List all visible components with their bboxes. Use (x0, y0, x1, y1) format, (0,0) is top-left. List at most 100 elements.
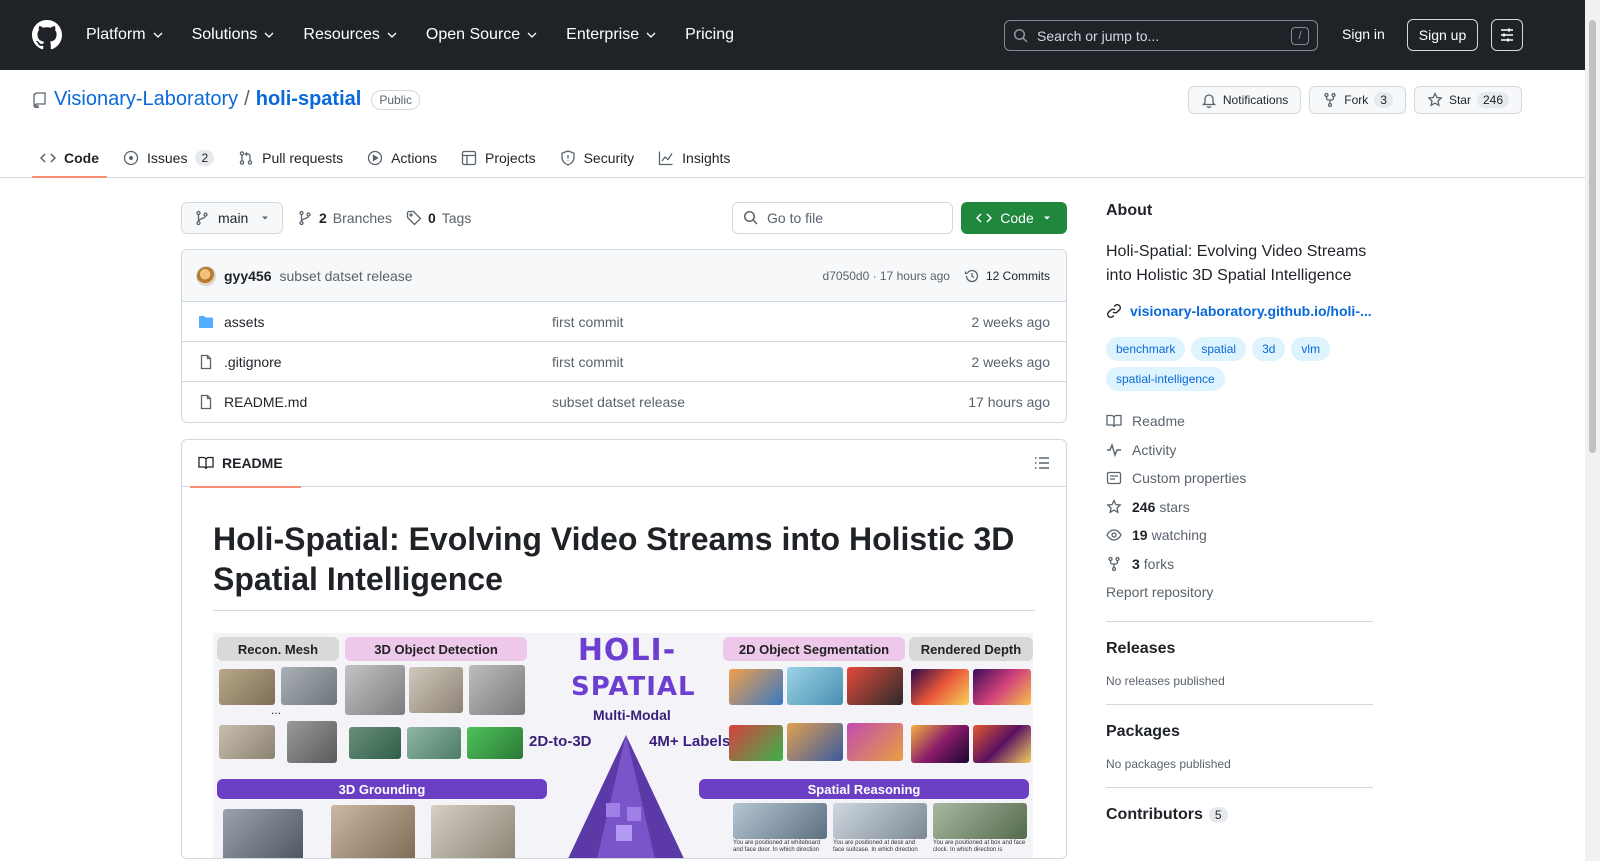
fork-icon (1324, 92, 1336, 108)
nav-platform[interactable]: Platform (86, 26, 180, 44)
file-name[interactable]: assets (224, 314, 264, 330)
readme-link[interactable]: Readme (1106, 407, 1373, 436)
topic-tag[interactable]: vlm (1291, 337, 1331, 361)
watching-label: watching (1151, 527, 1207, 544)
nav-open-source[interactable]: Open Source (426, 26, 554, 44)
menu-button[interactable] (1491, 19, 1523, 51)
table-row[interactable]: assets first commit 2 weeks ago (182, 302, 1066, 342)
sliders-icon (1501, 28, 1513, 42)
tags-label: Tags (441, 210, 472, 226)
packages-heading[interactable]: Packages (1106, 723, 1373, 741)
tags-link[interactable]: 0 Tags (406, 210, 471, 226)
avatar[interactable] (196, 265, 216, 286)
branches-link[interactable]: 2 Branches (297, 210, 392, 226)
sign-up-button[interactable]: Sign up (1407, 19, 1478, 51)
branch-selector[interactable]: main (181, 202, 283, 234)
banner-ellipsis: ... (271, 703, 282, 717)
stars-link[interactable]: 246 stars (1106, 493, 1373, 522)
reasoning-thumbnail (933, 803, 1027, 839)
grounding-thumbnail (223, 809, 303, 858)
tab-insights[interactable]: Insights (650, 140, 738, 176)
activity-link[interactable]: Activity (1106, 436, 1373, 465)
file-icon (200, 394, 212, 410)
forks-label: forks (1143, 555, 1175, 572)
outline-button[interactable] (1034, 455, 1050, 471)
global-search-input[interactable]: Search or jump to... / (1004, 20, 1318, 51)
page-scrollbar[interactable] (1585, 0, 1600, 861)
commit-message[interactable]: subset datset release (279, 268, 412, 284)
tab-security[interactable]: Security (552, 140, 643, 176)
code-icon (40, 153, 56, 163)
nav-enterprise[interactable]: Enterprise (566, 26, 673, 44)
file-commit-message[interactable]: first commit (552, 314, 624, 330)
branch-name: main (218, 210, 249, 226)
branch-icon (196, 210, 208, 226)
chevron-down-icon (527, 32, 537, 38)
repo-name-link[interactable]: holi-spatial (256, 88, 362, 111)
global-header: Platform Solutions Resources Open Source… (0, 0, 1600, 70)
nav-solutions-label: Solutions (191, 26, 258, 43)
search-icon (743, 210, 758, 225)
topic-tag[interactable]: spatial-intelligence (1106, 367, 1225, 391)
nav-resources-label: Resources (303, 26, 380, 43)
mesh-thumbnail (287, 721, 337, 763)
file-toolbar: main 2 Branches 0 Tags Go to file Code (181, 202, 1067, 234)
pyramid-graphic (568, 735, 684, 858)
chevron-down-icon (153, 32, 163, 38)
table-row[interactable]: .gitignore first commit 2 weeks ago (182, 342, 1066, 382)
tab-pull-requests[interactable]: Pull requests (230, 140, 351, 176)
releases-heading[interactable]: Releases (1106, 640, 1373, 658)
detection-thumbnail (469, 665, 525, 715)
nav-solutions[interactable]: Solutions (192, 26, 292, 44)
readme-header: README (182, 440, 1066, 488)
watching-link[interactable]: 19 watching (1106, 521, 1373, 550)
segmentation-thumbnail (787, 667, 843, 705)
about-stats: Readme Activity Custom properties 246 st… (1106, 407, 1373, 607)
tab-projects[interactable]: Projects (453, 140, 544, 176)
file-commit-message[interactable]: subset datset release (552, 394, 685, 410)
table-row[interactable]: README.md subset datset release 17 hours… (182, 382, 1066, 422)
tab-code[interactable]: Code (32, 140, 107, 178)
commit-author[interactable]: gyy456 (224, 268, 271, 284)
visibility-badge: Public (371, 89, 420, 110)
nav-resources[interactable]: Resources (303, 26, 413, 44)
scrollbar-thumb[interactable] (1589, 20, 1596, 453)
commits-history-link[interactable]: 12 Commits (964, 268, 1050, 284)
sign-in-link[interactable]: Sign in (1342, 26, 1385, 42)
book-icon (1106, 415, 1122, 428)
file-name[interactable]: README.md (224, 394, 307, 410)
tab-actions[interactable]: Actions (359, 140, 445, 176)
tab-issues-label: Issues (147, 150, 188, 166)
topic-tag[interactable]: benchmark (1106, 337, 1186, 361)
file-name[interactable]: .gitignore (224, 354, 282, 370)
commit-hash-time[interactable]: d7050d0 · 17 hours ago (823, 269, 950, 283)
github-logo-icon[interactable] (32, 20, 62, 50)
topic-tag[interactable]: 3d (1252, 337, 1286, 361)
file-commit-message[interactable]: first commit (552, 354, 624, 370)
folder-icon (199, 315, 213, 328)
readme-tab[interactable]: README (190, 440, 301, 488)
star-icon (1106, 498, 1122, 514)
homepage-link[interactable]: visionary-laboratory.github.io/holi-... (1106, 303, 1373, 319)
tab-projects-label: Projects (485, 150, 536, 166)
go-to-file-placeholder: Go to file (767, 210, 824, 226)
mesh-thumbnail (219, 725, 275, 759)
fork-button[interactable]: Fork 3 (1309, 86, 1406, 114)
topic-tag[interactable]: spatial (1191, 337, 1247, 361)
notifications-button[interactable]: Notifications (1187, 86, 1302, 114)
repo-owner-link[interactable]: Visionary-Laboratory (54, 88, 238, 111)
go-to-file-input[interactable]: Go to file (732, 202, 953, 234)
pulse-icon (1107, 442, 1121, 457)
nav-pricing[interactable]: Pricing (685, 26, 750, 44)
custom-properties-label: Custom properties (1132, 470, 1247, 487)
releases-section: Releases No releases published (1106, 622, 1373, 688)
report-repository-link[interactable]: Report repository (1106, 578, 1373, 607)
forks-link[interactable]: 3 forks (1106, 550, 1373, 579)
commits-count: 12 Commits (985, 268, 1050, 283)
contributors-heading[interactable]: Contributors 5 (1106, 806, 1373, 824)
star-button[interactable]: Star 246 (1413, 86, 1522, 114)
custom-properties-link[interactable]: Custom properties (1106, 464, 1373, 493)
tab-issues[interactable]: Issues 2 (115, 140, 222, 176)
readme-link-label: Readme (1132, 413, 1185, 430)
code-dropdown-button[interactable]: Code (961, 202, 1067, 234)
